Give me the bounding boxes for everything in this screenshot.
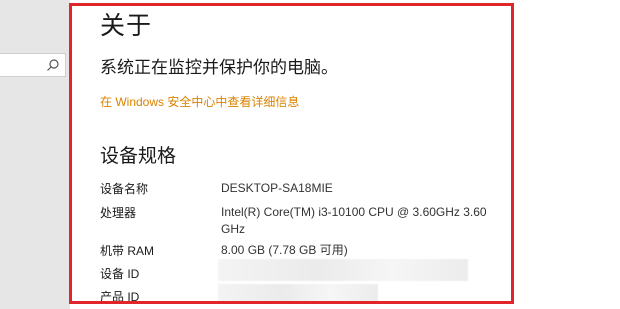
spec-label-ram: 机带 RAM [100,244,155,258]
spec-value-processor: Intel(R) Core(TM) i3-10100 CPU @ 3.60GHz… [221,205,487,236]
redacted-product-id [218,284,378,302]
device-specs-heading: 设备规格 [100,146,177,167]
spec-value-ram: 8.00 GB (7.78 GB 可用) [221,243,348,257]
spec-label-device-name: 设备名称 [100,182,149,196]
search-icon[interactable] [46,58,60,72]
settings-nav-pane [0,0,70,309]
windows-security-link[interactable]: 在 Windows 安全中心中查看详细信息 [100,93,299,110]
settings-search-input[interactable] [0,53,66,77]
page-title: 关于 [100,12,153,40]
protection-status-text: 系统正在监控并保护你的电脑。 [100,58,338,77]
spec-label-processor: 处理器 [100,206,137,220]
spec-label-device-id: 设备 ID [100,267,140,281]
redacted-device-id [218,259,468,281]
spec-label-product-id: 产品 ID [100,290,140,304]
spec-value-device-name: DESKTOP-SA18MIE [221,181,333,195]
